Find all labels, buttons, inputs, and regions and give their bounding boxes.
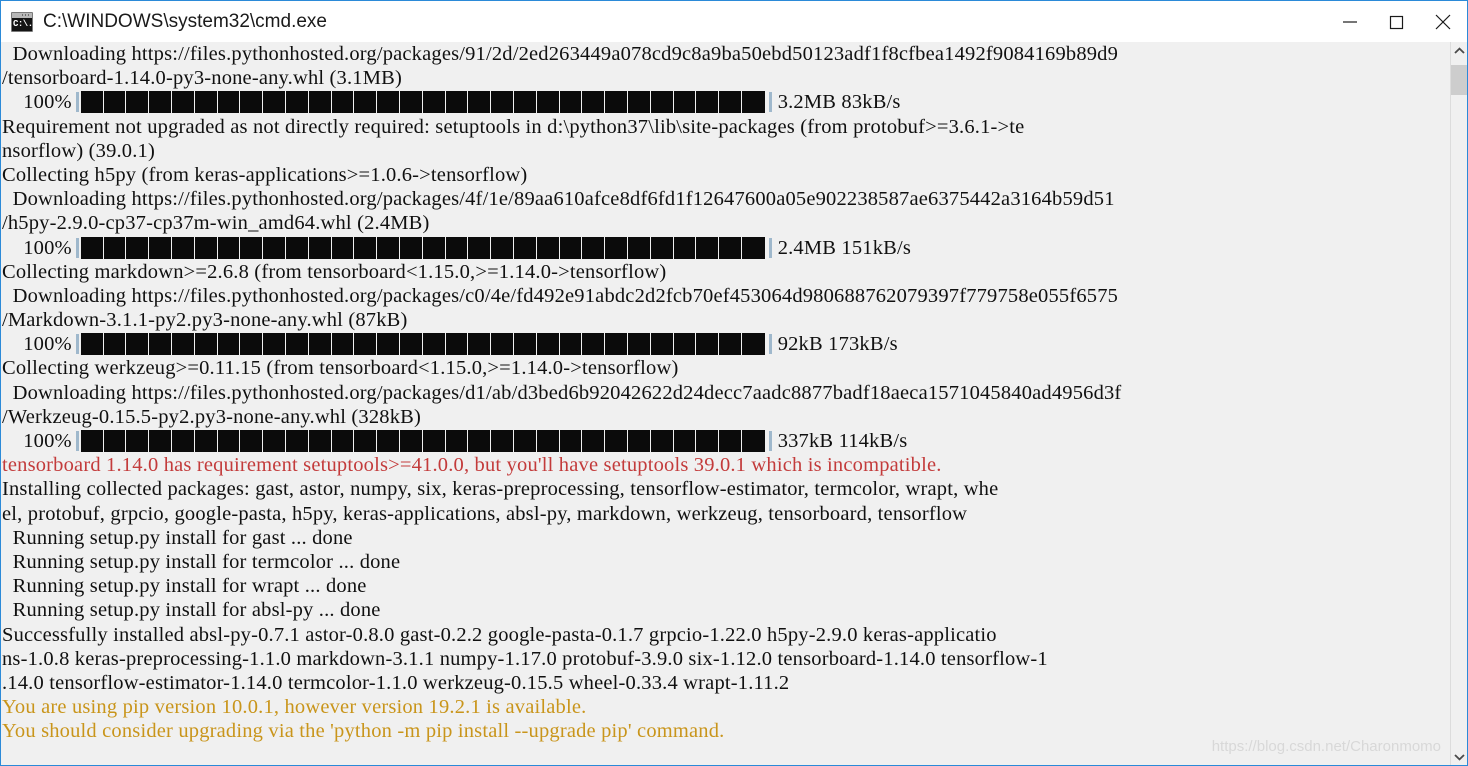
progress-start-pipe [75, 92, 79, 113]
close-button[interactable] [1419, 1, 1467, 42]
cmd-icon-prompt: C:\. [12, 17, 33, 31]
console-line: .14.0 tensorflow-estimator-1.14.0 termco… [2, 671, 790, 694]
console-line: Downloading https://files.pythonhosted.o… [2, 188, 1115, 211]
progress-end-pipe [768, 237, 772, 258]
console-line: /Markdown-3.1.1-py2.py3-none-any.whl (87… [2, 309, 408, 332]
progress-start-pipe [75, 237, 79, 258]
console-line: Downloading https://files.pythonhosted.o… [2, 284, 1119, 307]
cmd-window: C:\. C:\WINDOWS\system32\cmd.exe Downloa… [0, 0, 1468, 766]
console-line: Downloading https://files.pythonhosted.o… [2, 381, 1122, 404]
window-title: C:\WINDOWS\system32\cmd.exe [43, 10, 327, 32]
console-line: nsorflow) (39.0.1) [2, 139, 155, 162]
close-icon [1435, 14, 1451, 29]
progress-bar-line: 100% 337kB 114kB/s [2, 429, 1450, 453]
progress-blocks [80, 430, 765, 453]
maximize-button[interactable] [1373, 1, 1419, 42]
console-line: /h5py-2.9.0-cp37-cp37m-win_amd64.whl (2.… [2, 212, 430, 235]
scrollbar-thumb[interactable] [1451, 65, 1467, 95]
progress-percent: 100% [2, 333, 72, 356]
console-line: tensorboard 1.14.0 has requirement setup… [2, 454, 942, 477]
console-line: /tensorboard-1.14.0-py3-none-any.whl (3.… [2, 67, 402, 90]
progress-end-pipe [768, 334, 772, 355]
console-line: Running setup.py install for gast ... do… [2, 526, 353, 549]
progress-blocks [80, 91, 765, 114]
console-line: You should consider upgrading via the 'p… [2, 720, 725, 743]
progress-stats: 92kB 173kB/s [777, 333, 898, 356]
window-controls [1327, 1, 1467, 42]
cmd-icon: C:\. [11, 11, 33, 32]
progress-blocks [80, 333, 765, 356]
progress-start-pipe [75, 431, 79, 452]
chevron-up-icon [1453, 46, 1465, 54]
progress-bar-line: 100% 3.2MB 83kB/s [2, 90, 1450, 114]
console-output[interactable]: Downloading https://files.pythonhosted.o… [1, 42, 1450, 765]
console-line: You are using pip version 10.0.1, howeve… [2, 696, 587, 719]
console-line: Installing collected packages: gast, ast… [2, 478, 999, 501]
progress-stats: 2.4MB 151kB/s [777, 236, 912, 259]
progress-bar-line: 100% 2.4MB 151kB/s [2, 236, 1450, 260]
console-line: Successfully installed absl-py-0.7.1 ast… [2, 623, 997, 646]
minimize-button[interactable] [1327, 1, 1373, 42]
progress-end-pipe [768, 92, 772, 113]
vertical-scrollbar[interactable] [1450, 42, 1467, 765]
console-line: Running setup.py install for wrapt ... d… [2, 575, 367, 598]
progress-percent: 100% [2, 430, 72, 452]
scroll-up-button[interactable] [1451, 42, 1467, 59]
console-line: Collecting werkzeug>=0.11.15 (from tenso… [2, 357, 679, 380]
maximize-icon [1389, 15, 1404, 29]
console-line: /Werkzeug-0.15.5-py2.py3-none-any.whl (3… [2, 405, 422, 428]
scroll-down-button[interactable] [1451, 748, 1467, 765]
progress-stats: 3.2MB 83kB/s [777, 91, 901, 114]
progress-percent: 100% [2, 91, 72, 114]
console-line: ns-1.0.8 keras-preprocessing-1.1.0 markd… [2, 647, 1048, 670]
title-bar[interactable]: C:\. C:\WINDOWS\system32\cmd.exe [1, 1, 1467, 42]
progress-blocks [80, 236, 765, 259]
minimize-icon [1343, 20, 1357, 23]
console-line: Collecting markdown>=2.6.8 (from tensorb… [2, 260, 667, 283]
progress-start-pipe [75, 334, 79, 355]
console-line: el, protobuf, grpcio, google-pasta, h5py… [2, 502, 968, 525]
console-line: Running setup.py install for termcolor .… [2, 550, 401, 573]
progress-bar-line: 100% 92kB 173kB/s [2, 332, 1450, 356]
console-area: Downloading https://files.pythonhosted.o… [1, 42, 1467, 765]
progress-end-pipe [768, 431, 772, 452]
progress-stats: 337kB 114kB/s [777, 430, 908, 452]
console-line: Running setup.py install for absl-py ...… [2, 599, 381, 622]
progress-percent: 100% [2, 236, 72, 259]
console-line: Collecting h5py (from keras-applications… [2, 163, 528, 186]
console-line: Downloading https://files.pythonhosted.o… [2, 43, 1119, 65]
chevron-down-icon [1453, 753, 1465, 761]
console-line: Requirement not upgraded as not directly… [2, 115, 1025, 138]
